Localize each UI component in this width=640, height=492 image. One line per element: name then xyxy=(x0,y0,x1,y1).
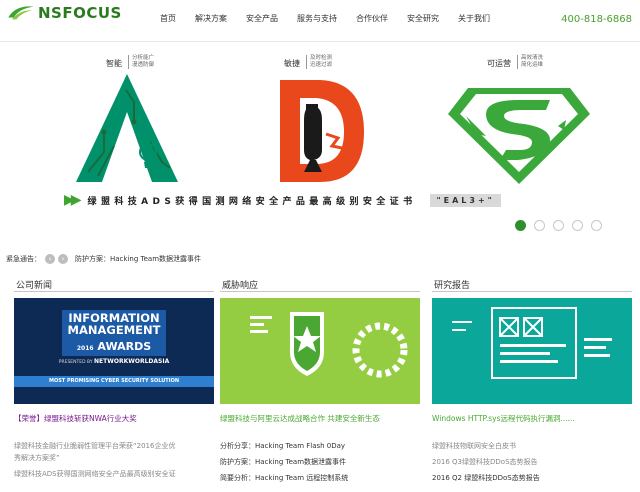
nav-partners[interactable]: 合作伙伴 xyxy=(356,13,388,24)
hero-banner[interactable]: 智能 分析能广 漫透防御 AI 敏捷 及时检测 迅速过滤 可运营 高效清洗 简化运维 … xyxy=(0,42,640,240)
certificate-banner: ▶▶ 绿盟科技ADS获得国测网络安全产品最高级别安全证书 "EAL3+" xyxy=(64,192,501,208)
top-header: NSFOCUS 首页 解决方案 安全产品 服务与支持 合作伙伴 安全研究 关于我… xyxy=(0,0,640,42)
slide-dot-4[interactable] xyxy=(572,220,583,231)
shield-s-icon xyxy=(448,88,590,184)
column-heading: 研究报告 xyxy=(432,276,632,292)
urgent-link[interactable]: 防护方案：Hacking Team数据泄露事件 xyxy=(75,254,201,264)
nav-solutions[interactable]: 解决方案 xyxy=(195,13,227,24)
nav-research[interactable]: 安全研究 xyxy=(407,13,439,24)
threat-thumbnail[interactable] xyxy=(220,298,420,404)
certificate-text: 绿盟科技ADS获得国测网络安全产品最高级别安全证书 xyxy=(87,196,417,207)
list-item[interactable]: 2016 Q3绿盟科技DDoS态势报告 xyxy=(432,454,637,470)
urgent-notice-bar: 紧急通告： ‹ › 防护方案：Hacking Team数据泄露事件 xyxy=(6,254,201,264)
hotline-number: 400-818-6868 xyxy=(561,14,632,25)
slide-dot-3[interactable] xyxy=(553,220,564,231)
list-item[interactable]: 绿盟科技ADS获得国测网络安全产品最高级别安全证 xyxy=(14,466,219,482)
column-heading: 公司新闻 xyxy=(14,276,214,292)
research-list: 绿盟科技物联网安全白皮书 2016 Q3绿盟科技DDoS态势报告 2016 Q2… xyxy=(432,438,637,486)
news-list: 绿盟科技金融行业脆弱性管理平台荣获“2016企业优 秀解决方案奖” 绿盟科技AD… xyxy=(14,438,219,482)
feature-operable-sub: 高效清洗 简化运维 xyxy=(517,55,543,69)
slide-indicators xyxy=(515,220,610,231)
list-item[interactable]: 2016 Q2 绿盟科技DDoS态势报告 xyxy=(432,470,637,486)
feature-agile-title: 敏捷 xyxy=(284,59,300,68)
feature-smart-sub: 分析能广 漫透防御 xyxy=(128,55,154,69)
research-thumbnail[interactable] xyxy=(432,298,632,404)
ai-triangle-icon: AI xyxy=(76,74,178,182)
svg-text:AI: AI xyxy=(154,162,165,175)
nsfocus-logo[interactable]: NSFOCUS xyxy=(6,3,122,23)
feature-operable-title: 可运营 xyxy=(487,59,511,68)
list-item[interactable]: 绿盟科技物联网安全白皮书 xyxy=(432,438,637,454)
slide-dot-5[interactable] xyxy=(591,220,602,231)
nav-products[interactable]: 安全产品 xyxy=(246,13,278,24)
d-bomb-icon xyxy=(280,80,364,182)
eal-badge: "EAL3+" xyxy=(430,193,501,207)
research-headline[interactable]: Windows HTTP.sys远程代码执行漏洞...... xyxy=(432,413,575,424)
news-headline[interactable]: 【荣誉】绿盟科技斩获NWA行业大奖 xyxy=(14,413,137,424)
nav-services[interactable]: 服务与支持 xyxy=(297,13,337,24)
list-item[interactable]: 分析分享：Hacking Team Flash 0Day xyxy=(220,438,425,454)
double-arrow-icon: ▶▶ xyxy=(64,192,81,208)
prev-arrow-icon[interactable]: ‹ xyxy=(45,254,55,264)
list-item[interactable]: 防护方案：Hacking Team数据泄露事件 xyxy=(220,454,425,470)
column-heading: 威胁响应 xyxy=(220,276,420,292)
logo-text: NSFOCUS xyxy=(38,4,122,22)
slide-dot-2[interactable] xyxy=(534,220,545,231)
threat-headline[interactable]: 绿盟科技与阿里云达成战略合作 共建安全新生态 xyxy=(220,413,380,424)
award-thumbnail[interactable]: INFORMATION MANAGEMENT 2016 AWARDS PRESEN… xyxy=(14,298,214,404)
urgent-label: 紧急通告： xyxy=(6,255,41,263)
feature-agile-sub: 及时检测 迅速过滤 xyxy=(306,55,332,69)
threat-list: 分析分享：Hacking Team Flash 0Day 防护方案：Hackin… xyxy=(220,438,425,486)
next-arrow-icon[interactable]: › xyxy=(58,254,68,264)
nav-home[interactable]: 首页 xyxy=(160,13,176,24)
slide-dot-1[interactable] xyxy=(515,220,526,231)
feature-smart-title: 智能 xyxy=(106,59,122,68)
nav-about[interactable]: 关于我们 xyxy=(458,13,490,24)
logo-swoosh-icon xyxy=(8,6,34,20)
list-item[interactable]: 简要分析：Hacking Team 远程控制系统 xyxy=(220,470,425,486)
main-nav: 首页 解决方案 安全产品 服务与支持 合作伙伴 安全研究 关于我们 xyxy=(160,13,509,24)
